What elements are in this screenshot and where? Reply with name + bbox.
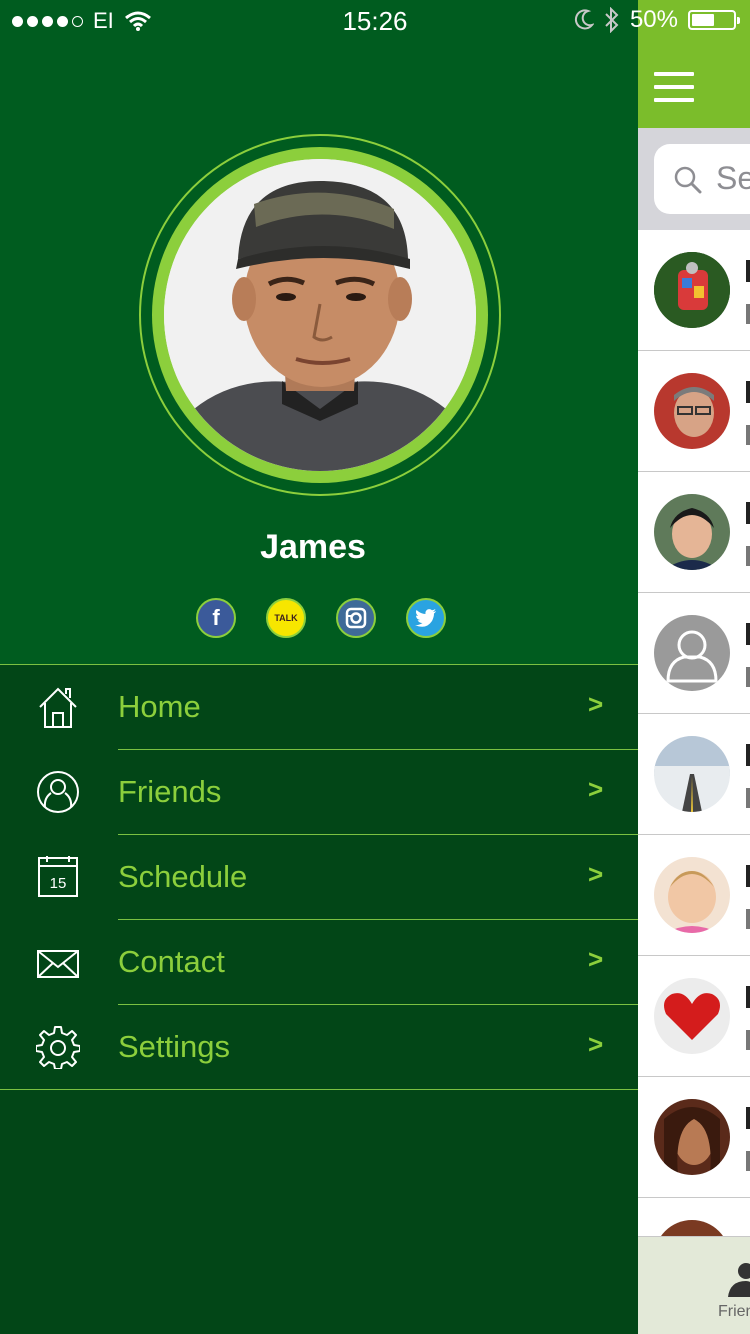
- avatar: [654, 252, 730, 328]
- avatar: [654, 736, 730, 812]
- gear-icon: [36, 1026, 80, 1069]
- user-icon: [37, 771, 79, 813]
- tab-bar: Frien: [638, 1236, 750, 1334]
- row-title-fragment: [746, 744, 750, 766]
- list-item[interactable]: [638, 956, 750, 1077]
- kakaotalk-icon[interactable]: TALK: [266, 598, 306, 638]
- bluetooth-icon: [605, 7, 619, 33]
- row-subtitle-fragment: [746, 425, 750, 445]
- list-item[interactable]: [638, 714, 750, 835]
- row-subtitle-fragment: [746, 304, 750, 324]
- avatar: [654, 857, 730, 933]
- row-title-fragment: [746, 1107, 750, 1129]
- row-subtitle-fragment: [746, 667, 750, 687]
- menu-label-contact: Contact: [118, 944, 225, 979]
- row-subtitle-fragment: [746, 788, 750, 808]
- chevron-right-icon: >: [588, 689, 604, 719]
- profile-name: James: [260, 528, 366, 566]
- moon-icon: [574, 9, 594, 30]
- row-subtitle-fragment: [746, 1030, 750, 1050]
- search-icon: [674, 166, 702, 194]
- menu-item-home[interactable]: Home >: [0, 665, 638, 750]
- profile-header: James f TALK: [0, 0, 638, 665]
- row-title-fragment: [746, 502, 750, 524]
- menu-item-settings[interactable]: Settings >: [0, 1005, 638, 1090]
- calendar-day: 15: [50, 875, 67, 892]
- list-item[interactable]: [638, 835, 750, 956]
- friends-list: [638, 230, 750, 1319]
- twitter-icon[interactable]: [406, 598, 446, 638]
- avatar-placeholder: [654, 615, 730, 691]
- chevron-right-icon: >: [588, 944, 604, 974]
- avatar: [654, 978, 730, 1054]
- status-bar: EI 15:26 50%: [0, 0, 750, 40]
- row-title-fragment: [746, 623, 750, 645]
- menu-label-settings: Settings: [118, 1029, 231, 1064]
- facebook-icon[interactable]: f: [196, 598, 236, 638]
- divider: [0, 1089, 638, 1090]
- row-title-fragment: [746, 865, 750, 887]
- row-subtitle-fragment: [746, 546, 750, 566]
- search-bar: Se: [638, 128, 750, 230]
- profile-photo: [164, 159, 476, 471]
- list-item[interactable]: [638, 351, 750, 472]
- search-placeholder: Se: [716, 160, 750, 196]
- envelope-icon: [37, 950, 79, 978]
- menu-label-schedule: Schedule: [118, 859, 248, 894]
- chevron-right-icon: >: [588, 774, 604, 804]
- list-item[interactable]: [638, 1077, 750, 1198]
- calendar-icon: 15: [38, 856, 78, 897]
- row-title-fragment: [746, 381, 750, 403]
- avatar: [654, 494, 730, 570]
- row-subtitle-fragment: [746, 1151, 750, 1171]
- chevron-right-icon: >: [588, 1029, 604, 1059]
- menu-item-friends[interactable]: Friends >: [0, 750, 638, 835]
- chevron-right-icon: >: [588, 859, 604, 889]
- battery-percent: 50%: [629, 6, 678, 33]
- list-item[interactable]: [638, 593, 750, 714]
- menu-label-friends: Friends: [118, 774, 222, 809]
- tab-friends-label[interactable]: Frien: [718, 1303, 750, 1321]
- profile-avatar[interactable]: [164, 159, 476, 471]
- drawer-menu: Home > Friends > 15 Schedule > Contact >…: [0, 665, 638, 1090]
- menu-label-home: Home: [118, 689, 201, 724]
- row-subtitle-fragment: [746, 909, 750, 929]
- battery-icon: [688, 10, 740, 30]
- side-drawer: James f TALK Home > Friends > 15 Schedul…: [0, 0, 638, 1334]
- hamburger-menu-icon[interactable]: [654, 72, 694, 111]
- social-links: f TALK: [196, 598, 446, 638]
- menu-item-schedule[interactable]: 15 Schedule >: [0, 835, 638, 920]
- avatar: [654, 1099, 730, 1175]
- avatar: [654, 373, 730, 449]
- underlying-friends-screen: Se Frie: [638, 0, 750, 1334]
- menu-item-contact[interactable]: Contact >: [0, 920, 638, 1005]
- friends-tab-icon[interactable]: [726, 1261, 750, 1297]
- row-title-fragment: [746, 260, 750, 282]
- list-item[interactable]: [638, 230, 750, 351]
- instagram-icon[interactable]: [336, 598, 376, 638]
- search-input[interactable]: Se: [654, 144, 750, 214]
- row-title-fragment: [746, 986, 750, 1008]
- home-icon: [39, 687, 77, 728]
- list-item[interactable]: [638, 472, 750, 593]
